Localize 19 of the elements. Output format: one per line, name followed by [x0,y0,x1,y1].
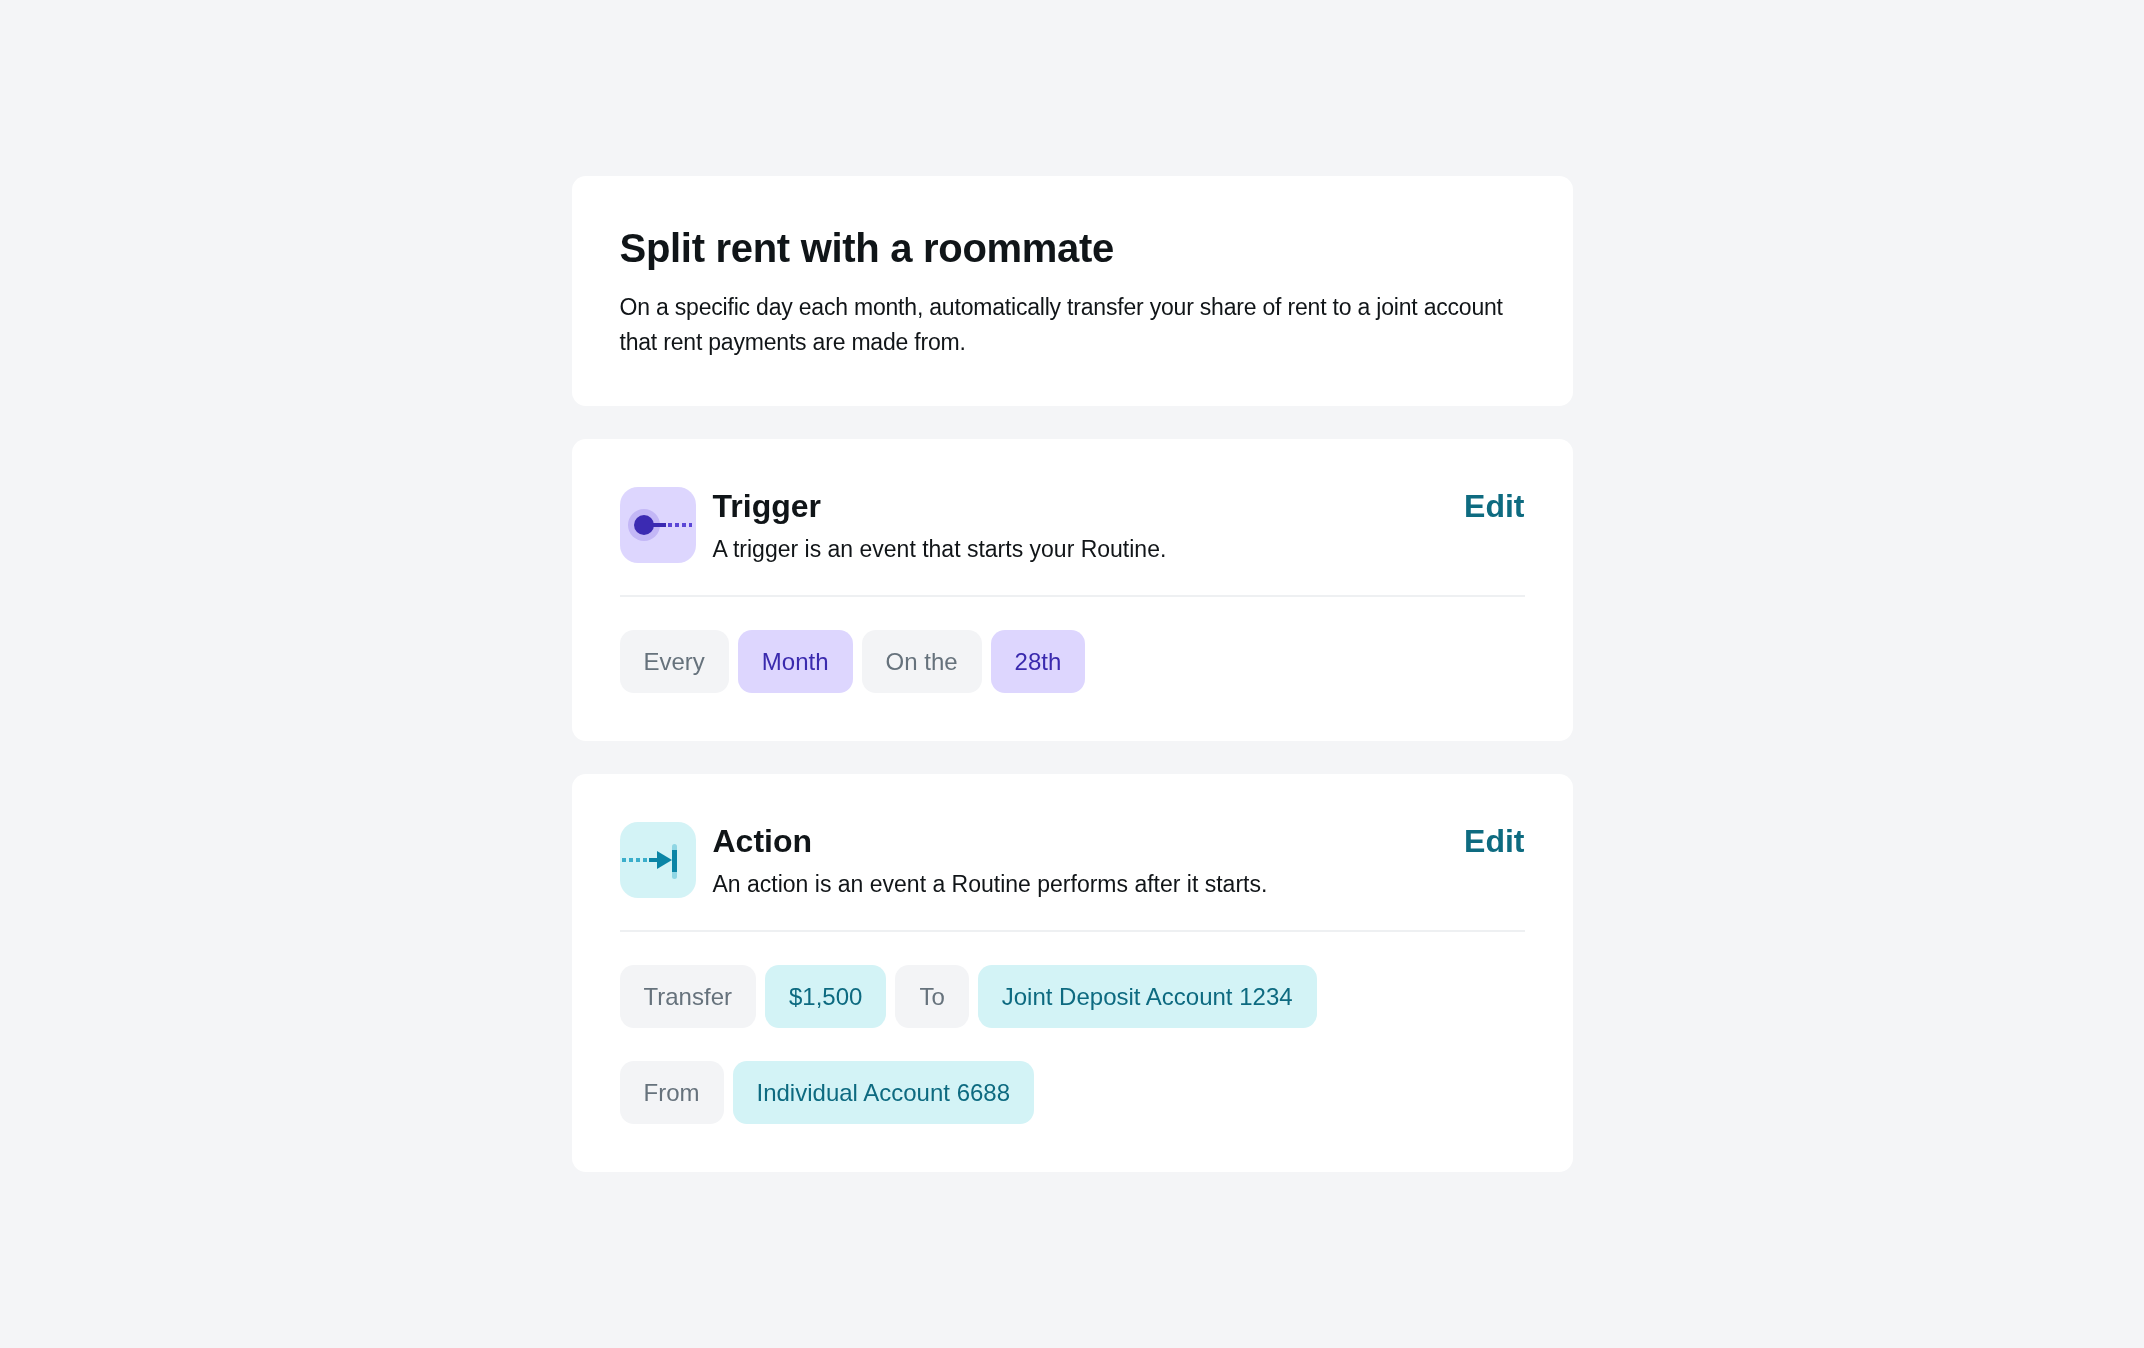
step-description: A trigger is an event that starts your Routine. [712,535,1168,564]
keyword-pill: On the [861,630,982,693]
value-pill: Month [737,630,853,693]
keyword-pill: Every [619,630,729,693]
arrow-to-bar-icon [619,822,696,898]
edit-button[interactable]: Edit [1464,822,1525,860]
keyword-pill: From [619,1061,724,1124]
keyword-pill: To [895,965,969,1028]
value-pill: Joint Deposit Account 1234 [977,965,1317,1028]
value-pill: $1,500 [764,965,887,1028]
value-pill: Individual Account 6688 [732,1061,1035,1124]
value-pill: 28th [990,630,1086,693]
keyword-pill: Transfer [619,965,756,1028]
step-title: Trigger [712,487,822,525]
step-title: Action [712,822,814,860]
routine-title: Split rent with a roommate [619,225,1115,272]
step-description: An action is an event a Routine performs after it starts. [712,870,1269,899]
edit-button[interactable]: Edit [1464,487,1525,525]
routine-description: On a specific day each month, automatically transfer your share of rent to a joint account that rent payments are made from. [619,293,1504,357]
